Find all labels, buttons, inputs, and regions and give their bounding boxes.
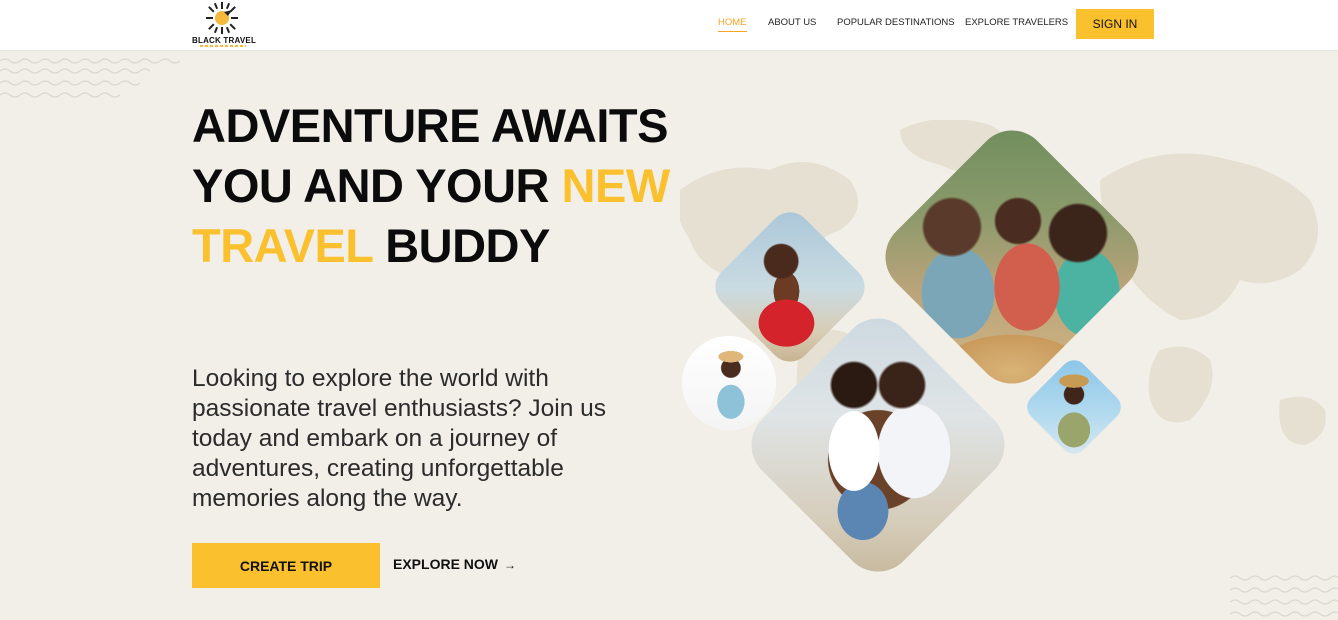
create-trip-button[interactable]: CREATE TRIP	[192, 543, 380, 588]
explore-now-link[interactable]: EXPLORE NOW →	[393, 556, 516, 572]
explore-now-label: EXPLORE NOW	[393, 556, 499, 572]
arrow-right-icon: →	[504, 558, 517, 572]
hero-title-part2: BUDDY	[372, 219, 550, 272]
nav-home[interactable]: HOME	[718, 17, 747, 32]
sunburst-logo-icon	[206, 2, 238, 34]
brand-name: BLACK TRAVEL	[192, 36, 257, 45]
photo-man-in-hat	[682, 336, 776, 430]
squiggle-decoration-top-left	[0, 58, 181, 98]
sign-in-button[interactable]: SIGN IN	[1076, 9, 1154, 39]
hero-description: Looking to explore the world with passio…	[192, 365, 607, 512]
site-header: BLACK TRAVEL HOME ABOUT US POPULAR DESTI…	[0, 0, 1338, 51]
nav-about-us[interactable]: ABOUT US	[768, 17, 816, 28]
nav-explore-travelers[interactable]: EXPLORE TRAVELERS	[965, 17, 1068, 28]
nav-popular-destinations[interactable]: POPULAR DESTINATIONS	[837, 17, 955, 28]
hero-title: ADVENTURE AWAITS YOU AND YOUR NEW TRAVEL…	[192, 96, 672, 276]
brand-underline-decoration	[200, 45, 246, 47]
squiggle-decoration-bottom-right	[1230, 575, 1338, 617]
brand-logo[interactable]: BLACK TRAVEL	[190, 0, 256, 48]
